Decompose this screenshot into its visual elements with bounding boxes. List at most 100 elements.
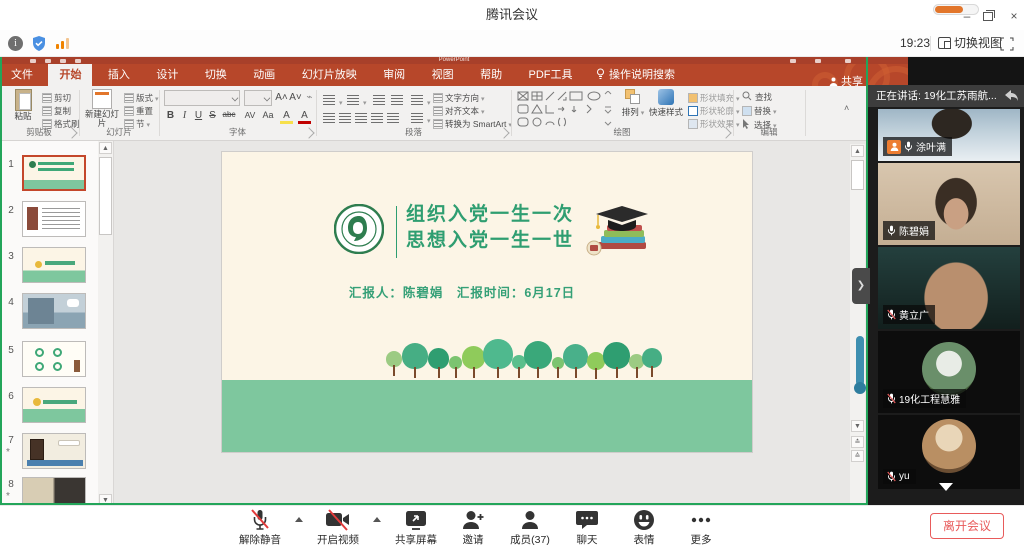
strikethrough-button[interactable]: S — [206, 110, 219, 121]
replace-button[interactable]: 替换 ▾ — [742, 105, 776, 117]
security-shield-icon[interactable] — [31, 35, 47, 57]
find-button[interactable]: 查找 — [742, 91, 772, 103]
text-shadow-button[interactable]: abc — [220, 110, 238, 119]
fullscreen-icon[interactable] — [1000, 37, 1014, 56]
tab-transitions[interactable]: 切换 — [194, 64, 238, 86]
layout-button[interactable]: 版式 ▾ — [124, 92, 158, 104]
scroll-more-participants[interactable] — [939, 483, 953, 491]
minimize-button[interactable]: – — [958, 8, 976, 24]
copy-button[interactable]: 复制 — [42, 105, 71, 117]
text-direction-button[interactable]: 文字方向 ▾ — [433, 92, 484, 104]
slide-thumbnail-3[interactable] — [22, 247, 86, 283]
scroll-down-button[interactable]: ▼ — [851, 420, 864, 432]
restore-button[interactable] — [983, 12, 993, 21]
more-button[interactable]: 更多 — [679, 509, 723, 545]
tell-me-search[interactable]: 操作说明搜索 — [588, 64, 683, 86]
participant-video-4[interactable]: 19化工程慧雅 — [878, 331, 1020, 413]
quick-styles-button[interactable]: 快速样式 — [648, 89, 684, 117]
thumbnail-scrollbar[interactable]: ▲ ▼ — [98, 141, 113, 505]
mic-on-icon — [904, 141, 913, 152]
scroll-up-button[interactable]: ▲ — [99, 142, 112, 154]
slide-title: 组织入党一生一次 思想入党一生一世 — [406, 202, 574, 254]
tab-file[interactable]: 文件 — [0, 64, 44, 86]
grow-font-button[interactable]: A˄ — [275, 92, 288, 103]
line-spacing-button[interactable]: ▾ — [411, 92, 431, 110]
font-color-button[interactable]: A — [298, 110, 311, 124]
align-text-button[interactable]: 对齐文本 ▾ — [433, 105, 484, 117]
participant-video-1[interactable]: 涂叶满 — [878, 109, 1020, 161]
arrange-button[interactable]: 排列 ▾ — [620, 89, 646, 118]
tab-help[interactable]: 帮助 — [469, 64, 513, 86]
slide-thumbnail-7[interactable] — [22, 433, 86, 469]
italic-button[interactable]: I — [178, 110, 191, 121]
scrollbar-thumb[interactable] — [851, 160, 864, 190]
next-slide-button[interactable]: ≙ — [851, 450, 864, 462]
change-case-button[interactable]: Aa — [260, 110, 276, 120]
collapse-ribbon-chevron[interactable]: ˄ — [844, 103, 849, 113]
slide-canvas[interactable]: 组织入党一生一次 思想入党一生一世 — [222, 152, 752, 452]
highlight-color-button[interactable]: A — [280, 110, 293, 124]
slide-thumbnail-1[interactable] — [22, 155, 86, 191]
tab-animations[interactable]: 动画 — [242, 64, 286, 86]
decrease-indent-button[interactable] — [373, 92, 389, 110]
font-name-combo[interactable] — [164, 90, 240, 106]
new-slide-button[interactable]: 新建幻灯片 — [84, 89, 120, 128]
bold-button[interactable]: B — [164, 110, 177, 121]
paste-button[interactable]: 粘贴 — [8, 89, 38, 121]
invite-button[interactable]: 邀请 — [451, 509, 495, 545]
tab-design[interactable]: 设计 — [145, 64, 189, 86]
participant-video-3[interactable]: 黄立广 — [878, 247, 1020, 329]
ppt-close-icon[interactable] — [845, 59, 851, 63]
cut-button[interactable]: 剪切 — [42, 92, 71, 104]
video-options-caret[interactable] — [373, 517, 381, 522]
ppt-minimize-icon[interactable] — [790, 59, 796, 63]
sidebar-expand-handle[interactable]: ❯ — [852, 268, 870, 304]
participant-name: 19化工程慧雅 — [899, 391, 960, 406]
slide-thumbnail-8[interactable] — [22, 477, 86, 505]
slide-scrollbar[interactable]: ▲ ▼ ≛ ≙ — [850, 144, 865, 504]
numbering-button[interactable]: ▾ — [347, 92, 367, 110]
slide-thumbnail-5[interactable] — [22, 341, 86, 377]
shape-outline-button[interactable]: 形状轮廓 ▾ — [688, 105, 739, 117]
tab-insert[interactable]: 插入 — [97, 64, 141, 86]
slide-thumbnail-6[interactable] — [22, 387, 86, 423]
previous-slide-button[interactable]: ≛ — [851, 436, 864, 448]
meeting-info-icon[interactable]: i — [8, 36, 23, 51]
tab-view[interactable]: 视图 — [421, 64, 465, 86]
participant-video-5[interactable]: yu — [878, 415, 1020, 489]
emoji-button[interactable]: 表情 — [622, 509, 666, 545]
shrink-font-button[interactable]: A˅ — [289, 92, 302, 103]
tab-pdf-tools[interactable]: PDF工具 — [518, 64, 584, 86]
clear-format-button[interactable]: ⌁ — [303, 92, 316, 103]
char-spacing-button[interactable]: AV — [242, 110, 258, 120]
tab-review[interactable]: 审阅 — [372, 64, 416, 86]
close-button[interactable]: × — [1005, 8, 1023, 24]
shape-fill-button[interactable]: 形状填充 ▾ — [688, 92, 739, 104]
tab-slideshow[interactable]: 幻灯片放映 — [291, 64, 368, 86]
scroll-down-button[interactable]: ▼ — [99, 494, 112, 505]
tab-home[interactable]: 开始 — [48, 64, 92, 86]
shape-gallery[interactable] — [517, 91, 617, 127]
chat-button[interactable]: 聊天 — [565, 509, 609, 545]
underline-button[interactable]: U — [192, 110, 205, 121]
reset-button[interactable]: 重置 — [124, 105, 153, 117]
scroll-up-button[interactable]: ▲ — [851, 145, 864, 157]
ppt-restore-icon[interactable] — [815, 59, 821, 63]
slide-thumbnail-4[interactable] — [22, 293, 86, 329]
participant-video-2[interactable]: 陈碧娟 — [878, 163, 1020, 245]
font-size-combo[interactable] — [244, 90, 272, 106]
leave-meeting-button[interactable]: 离开会议 — [930, 513, 1004, 539]
bullets-button[interactable]: ▾ — [323, 92, 343, 110]
increase-indent-button[interactable] — [391, 92, 407, 110]
mic-options-caret[interactable] — [295, 517, 303, 522]
unmute-button[interactable]: 解除静音 — [238, 509, 282, 545]
thumb-number: 1 — [4, 159, 18, 170]
slide-thumbnail-2[interactable] — [22, 201, 86, 237]
back-arrow-icon[interactable] — [1005, 90, 1018, 101]
scrollbar-thumb[interactable] — [99, 157, 112, 235]
members-button[interactable]: 成员(37) — [508, 509, 552, 545]
switch-view-button[interactable]: 切换视图 — [938, 30, 1002, 57]
columns-icon — [411, 113, 423, 123]
start-video-button[interactable]: 开启视频 — [316, 509, 360, 545]
share-screen-button[interactable]: 共享屏幕 — [394, 509, 438, 545]
